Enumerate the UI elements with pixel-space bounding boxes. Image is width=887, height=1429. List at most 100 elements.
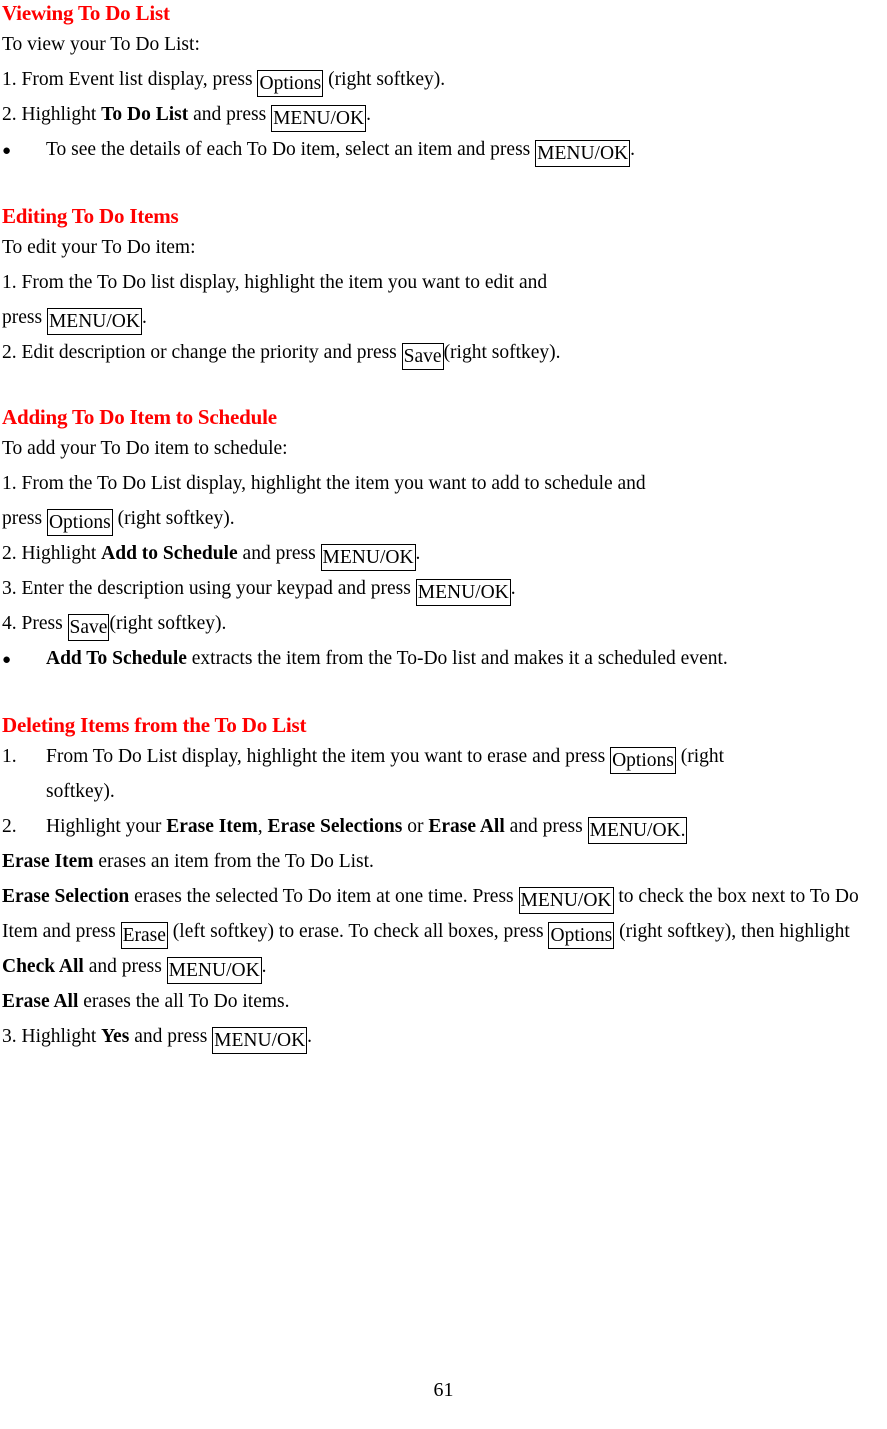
section-heading-adding: Adding To Do Item to Schedule [2, 405, 277, 429]
step-post-text: . [415, 543, 421, 564]
key-menu-ok[interactable]: MENU/OK. [587, 817, 688, 844]
key-options[interactable]: Options [548, 922, 615, 949]
step-number: 2. [2, 816, 17, 837]
key-options[interactable]: Options [257, 70, 324, 97]
cont-pre-text: press [2, 508, 47, 529]
definition-text: erases the all To Do items. [78, 991, 290, 1012]
step-text: Highlight your Erase Item, Erase Selecti… [46, 809, 883, 844]
key-menu-ok[interactable]: MENU/OK [320, 544, 416, 571]
step-post-text: . [510, 578, 516, 599]
step-editing-1-continuation: press MENU/OK. [2, 300, 883, 335]
intro-adding: To add your To Do item to schedule: [2, 431, 883, 466]
step-post-text: . [366, 104, 371, 125]
menu-item-erase-all: Erase All [428, 816, 505, 837]
step-post-text: . [307, 1026, 313, 1047]
definition-erase-item: Erase Item erases an item from the To Do… [2, 844, 883, 879]
bullet-text: Add To Schedule extracts the item from t… [46, 641, 883, 676]
step-number: 3. [2, 578, 17, 599]
step-pre-text: From Event list display, press [21, 69, 258, 90]
section-heading-viewing: Viewing To Do List [2, 1, 170, 25]
step-text: From the To Do List display, highlight t… [21, 473, 646, 494]
sep: or [402, 816, 429, 837]
menu-item-erase-selections: Erase Selections [267, 816, 403, 837]
intro-viewing: To view your To Do List: [2, 27, 883, 62]
step-adding-1: 1. From the To Do List display, highligh… [2, 466, 883, 501]
key-options[interactable]: Options [610, 747, 676, 774]
step-adding-1-continuation: press Options (right softkey). [2, 501, 883, 536]
section-heading-deleting: Deleting Items from the To Do List [2, 713, 307, 737]
key-erase[interactable]: Erase [120, 922, 168, 949]
key-menu-ok[interactable]: MENU/OK [518, 887, 614, 914]
definition-term: Erase Selection [2, 886, 130, 907]
step-deleting-1: 1. From To Do List display, highlight th… [2, 739, 883, 774]
step-pre-text: Highlight your [46, 816, 167, 837]
step-text: From To Do List display, highlight the i… [46, 739, 883, 774]
key-menu-ok[interactable]: MENU/OK [415, 579, 511, 606]
step-mid-text: and press [504, 816, 588, 837]
step-number: 2. [2, 543, 17, 564]
step-pre-text: From To Do List display, highlight the i… [46, 746, 611, 767]
key-menu-ok[interactable]: MENU/OK [46, 308, 142, 335]
key-menu-ok[interactable]: MENU/OK [271, 105, 367, 132]
step-post-text: (right softkey). [109, 613, 227, 634]
key-menu-ok[interactable]: MENU/OK [212, 1027, 308, 1054]
step-mid-text: and press [188, 104, 272, 125]
step-number: 1. [2, 272, 17, 293]
menu-item-add-to-schedule: Add to Schedule [101, 543, 238, 564]
definition-text-5: and press [83, 956, 167, 977]
bullet-pre-text: To see the details of each To Do item, s… [46, 139, 536, 160]
step-number: 4. [2, 613, 17, 634]
key-menu-ok[interactable]: MENU/OK [166, 957, 262, 984]
bullet-icon: ● [2, 143, 12, 159]
step-pre-text: Highlight [21, 1026, 102, 1047]
intro-text: To view your To Do List: [2, 34, 200, 55]
step-viewing-1: 1. From Event list display, press Option… [2, 62, 883, 97]
menu-item-erase-item: Erase Item [166, 816, 258, 837]
step-editing-2: 2. Edit description or change the priori… [2, 335, 883, 370]
document-page: Viewing To Do List To view your To Do Li… [0, 0, 887, 1429]
step-number: 3. [2, 1026, 17, 1047]
definition-text-1: erases the selected To Do item at one ti… [129, 886, 519, 907]
step-number: 1. [2, 746, 17, 767]
step-mid-text: and press [129, 1026, 213, 1047]
step-post-text: (right softkey). [443, 342, 561, 363]
key-save[interactable]: Save [67, 614, 110, 641]
step-editing-1: 1. From the To Do list display, highligh… [2, 265, 883, 300]
step-post-text: (right softkey). [323, 69, 446, 90]
intro-text: To edit your To Do item: [2, 237, 196, 258]
step-adding-3: 3. Enter the description using your keyp… [2, 571, 883, 606]
definition-term: Erase Item [2, 851, 94, 872]
menu-item-add-to-schedule: Add To Schedule [46, 648, 187, 669]
cont-text: softkey). [46, 781, 115, 802]
step-adding-4: 4. Press Save (right softkey). [2, 606, 883, 641]
definition-text: erases an item from the To Do List. [93, 851, 374, 872]
definition-text-3: (left softkey) to erase. To check all bo… [167, 921, 549, 942]
bullet-post-text: . [630, 139, 636, 160]
definition-erase-selection: Erase Selection erases the selected To D… [2, 879, 883, 984]
step-pre-text: Highlight [21, 543, 102, 564]
section-heading-editing: Editing To Do Items [2, 204, 179, 228]
bullet-viewing-1: ● To see the details of each To Do item,… [2, 132, 883, 169]
cont-post-text: . [141, 307, 147, 328]
sep: , [257, 816, 268, 837]
bullet-text: To see the details of each To Do item, s… [46, 132, 883, 167]
bullet-post-text: extracts the item from the To-Do list an… [186, 648, 728, 669]
bullet-adding-1: ● Add To Schedule extracts the item from… [2, 641, 883, 678]
step-deleting-3: 3. Highlight Yes and press MENU/OK. [2, 1019, 883, 1054]
key-menu-ok[interactable]: MENU/OK [535, 140, 631, 167]
definition-text-4: (right softkey), then highlight [614, 921, 850, 942]
step-pre-text: Edit description or change the priority … [21, 342, 402, 363]
step-number: 1. [2, 69, 17, 90]
key-save[interactable]: Save [401, 343, 444, 370]
step-pre-text: Enter the description using your keypad … [21, 578, 416, 599]
cont-pre-text: press [2, 307, 47, 328]
intro-editing: To edit your To Do item: [2, 230, 883, 265]
step-pre-text: Press [21, 613, 68, 634]
page-number: 61 [433, 1379, 454, 1401]
key-options[interactable]: Options [46, 509, 113, 536]
step-number: 1. [2, 473, 17, 494]
definition-erase-all: Erase All erases the all To Do items. [2, 984, 883, 1019]
intro-text: To add your To Do item to schedule: [2, 438, 288, 459]
menu-item-to-do-list: To Do List [101, 104, 189, 125]
